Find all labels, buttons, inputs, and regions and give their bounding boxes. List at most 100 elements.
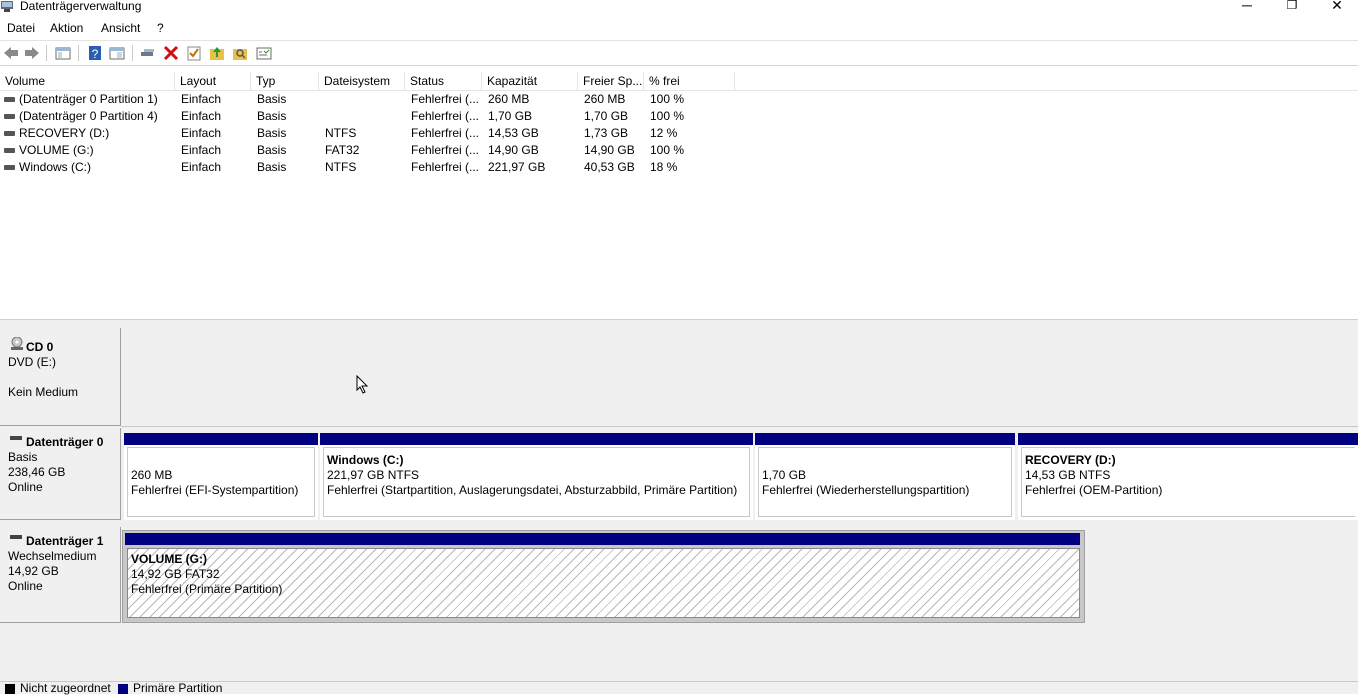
up-folder-icon[interactable] bbox=[208, 44, 226, 62]
cell-volume: (Datenträger 0 Partition 4) bbox=[19, 109, 158, 123]
drive-icon bbox=[4, 114, 15, 119]
partition-header-bar bbox=[125, 533, 1080, 545]
column-header-typ[interactable]: Typ bbox=[251, 72, 319, 90]
partition-size: 14,53 GB NTFS bbox=[1025, 468, 1111, 482]
cell-kapazitaet: 14,53 GB bbox=[488, 126, 539, 140]
cd0-empty-area bbox=[121, 328, 1358, 427]
partition-size: 14,92 GB FAT32 bbox=[131, 567, 220, 581]
console-tree-icon[interactable] bbox=[54, 44, 72, 62]
disk-type: Wechselmedium bbox=[8, 549, 97, 563]
partition-title: VOLUME (G:) bbox=[131, 552, 207, 566]
show-hide-icon[interactable] bbox=[255, 44, 273, 62]
partition-body bbox=[758, 447, 1012, 517]
legend-bar: Nicht zugeordnet Primäre Partition bbox=[0, 681, 1358, 695]
cell-layout: Einfach bbox=[181, 143, 222, 157]
cell-dateisystem: NTFS bbox=[325, 126, 357, 140]
volume-list-header: Volume Layout Typ Dateisystem Status Kap… bbox=[0, 72, 1358, 91]
drive-icon bbox=[4, 165, 15, 170]
cell-kapazitaet: 1,70 GB bbox=[488, 109, 533, 123]
cell-prozent-frei: 18 % bbox=[650, 160, 678, 174]
close-button[interactable]: ✕ bbox=[1314, 0, 1358, 14]
disk-management-app-icon bbox=[1, 1, 13, 12]
menu-ansicht[interactable]: Ansicht bbox=[101, 21, 140, 35]
cell-status: Fehlerfrei (... bbox=[411, 143, 480, 157]
column-header-dateisystem[interactable]: Dateisystem bbox=[319, 72, 405, 90]
cell-layout: Einfach bbox=[181, 109, 222, 123]
partition-size: 260 MB bbox=[131, 468, 173, 482]
minimize-button[interactable]: ─ bbox=[1224, 0, 1270, 14]
cell-typ: Basis bbox=[257, 160, 287, 174]
toolbar-separator bbox=[132, 45, 133, 61]
partition-header-bar bbox=[755, 433, 1015, 445]
delete-icon[interactable] bbox=[162, 44, 180, 62]
partition-status: Fehlerfrei (Wiederherstellungspartition) bbox=[762, 483, 970, 497]
partition-status: Fehlerfrei (Startpartition, Auslagerungs… bbox=[327, 483, 738, 497]
help-icon[interactable]: ? bbox=[86, 44, 104, 62]
partition-volume-g-selected[interactable]: VOLUME (G:) 14,92 GB FAT32 Fehlerfrei (P… bbox=[122, 530, 1085, 623]
cell-volume: RECOVERY (D:) bbox=[19, 126, 110, 140]
mouse-cursor-icon bbox=[356, 375, 369, 394]
menu-datei[interactable]: Datei bbox=[7, 21, 35, 35]
disk-state: Online bbox=[8, 579, 43, 593]
cell-freier-speicher: 260 MB bbox=[584, 92, 626, 106]
menu-bar: Datei Aktion Ansicht ? bbox=[0, 18, 1358, 39]
partition-recovery-hidden[interactable]: 1,70 GB Fehlerfrei (Wiederherstellungspa… bbox=[755, 433, 1015, 520]
toolbar-separator bbox=[46, 45, 47, 61]
restore-button[interactable]: ❐ bbox=[1269, 0, 1315, 14]
column-header-volume[interactable]: Volume bbox=[0, 72, 175, 90]
column-header-status[interactable]: Status bbox=[405, 72, 482, 90]
column-header-prozent-frei[interactable]: % frei bbox=[644, 72, 735, 90]
column-header-freier-speicher[interactable]: Freier Sp... bbox=[578, 72, 644, 90]
menu-aktion[interactable]: Aktion bbox=[50, 21, 83, 35]
back-icon[interactable] bbox=[2, 44, 20, 62]
drive-icon bbox=[4, 97, 15, 102]
toolbar: ? bbox=[0, 40, 1358, 66]
search-folder-icon[interactable] bbox=[231, 44, 249, 62]
cell-freier-speicher: 14,90 GB bbox=[584, 143, 635, 157]
disk-name: Datenträger 0 bbox=[26, 435, 104, 449]
cell-layout: Einfach bbox=[181, 126, 222, 140]
table-row[interactable]: VOLUME (G:) Einfach Basis FAT32 Fehlerfr… bbox=[0, 142, 740, 159]
disk-graphical-view: CD 0 DVD (E:) Kein Medium Datenträger 0 … bbox=[0, 324, 1358, 681]
cell-volume: VOLUME (G:) bbox=[19, 143, 94, 157]
removable-disk-icon bbox=[10, 535, 22, 539]
column-header-kapazitaet[interactable]: Kapazität bbox=[482, 72, 578, 90]
forward-icon[interactable] bbox=[23, 44, 41, 62]
disk-label-cd0[interactable]: CD 0 DVD (E:) Kein Medium bbox=[0, 328, 121, 426]
partition-header-bar bbox=[320, 433, 753, 445]
cell-kapazitaet: 221,97 GB bbox=[488, 160, 546, 174]
svg-text:?: ? bbox=[92, 47, 99, 61]
partition-recovery-d[interactable]: RECOVERY (D:) 14,53 GB NTFS Fehlerfrei (… bbox=[1018, 433, 1358, 520]
cell-status: Fehlerfrei (... bbox=[411, 92, 480, 106]
cell-typ: Basis bbox=[257, 109, 287, 123]
table-row[interactable]: RECOVERY (D:) Einfach Basis NTFS Fehlerf… bbox=[0, 125, 740, 142]
disk-name: CD 0 bbox=[26, 340, 54, 354]
column-header-layout[interactable]: Layout bbox=[175, 72, 251, 90]
cell-freier-speicher: 1,73 GB bbox=[584, 126, 629, 140]
disk-label-disk0[interactable]: Datenträger 0 Basis 238,46 GB Online bbox=[0, 428, 121, 520]
partition-efi[interactable]: 260 MB Fehlerfrei (EFI-Systempartition) bbox=[124, 433, 318, 520]
toolbar-separator bbox=[78, 45, 79, 61]
table-row[interactable]: Windows (C:) Einfach Basis NTFS Fehlerfr… bbox=[0, 159, 740, 176]
disk-drive-letter: DVD (E:) bbox=[8, 355, 56, 369]
partition-windows-c[interactable]: Windows (C:) 221,97 GB NTFS Fehlerfrei (… bbox=[320, 433, 753, 520]
cell-status: Fehlerfrei (... bbox=[411, 160, 480, 174]
checkmark-icon[interactable] bbox=[185, 44, 203, 62]
disk-label-disk1[interactable]: Datenträger 1 Wechselmedium 14,92 GB Onl… bbox=[0, 527, 121, 623]
properties-icon[interactable] bbox=[108, 44, 126, 62]
cell-volume: Windows (C:) bbox=[19, 160, 92, 174]
table-row[interactable]: (Datenträger 0 Partition 4) Einfach Basi… bbox=[0, 108, 740, 125]
menu-help[interactable]: ? bbox=[157, 21, 164, 35]
cd-drive-icon bbox=[11, 337, 23, 350]
cell-prozent-frei: 12 % bbox=[650, 126, 678, 140]
partition-status: Fehlerfrei (Primäre Partition) bbox=[131, 582, 283, 596]
cell-prozent-frei: 100 % bbox=[650, 143, 685, 157]
drive-icon bbox=[4, 148, 15, 153]
cell-kapazitaet: 14,90 GB bbox=[488, 143, 539, 157]
partition-status: Fehlerfrei (OEM-Partition) bbox=[1025, 483, 1163, 497]
partition-header-bar bbox=[124, 433, 318, 445]
connect-icon[interactable] bbox=[139, 44, 157, 62]
cell-layout: Einfach bbox=[181, 160, 222, 174]
table-row[interactable]: (Datenträger 0 Partition 1) Einfach Basi… bbox=[0, 91, 740, 108]
partition-size: 1,70 GB bbox=[762, 468, 807, 482]
